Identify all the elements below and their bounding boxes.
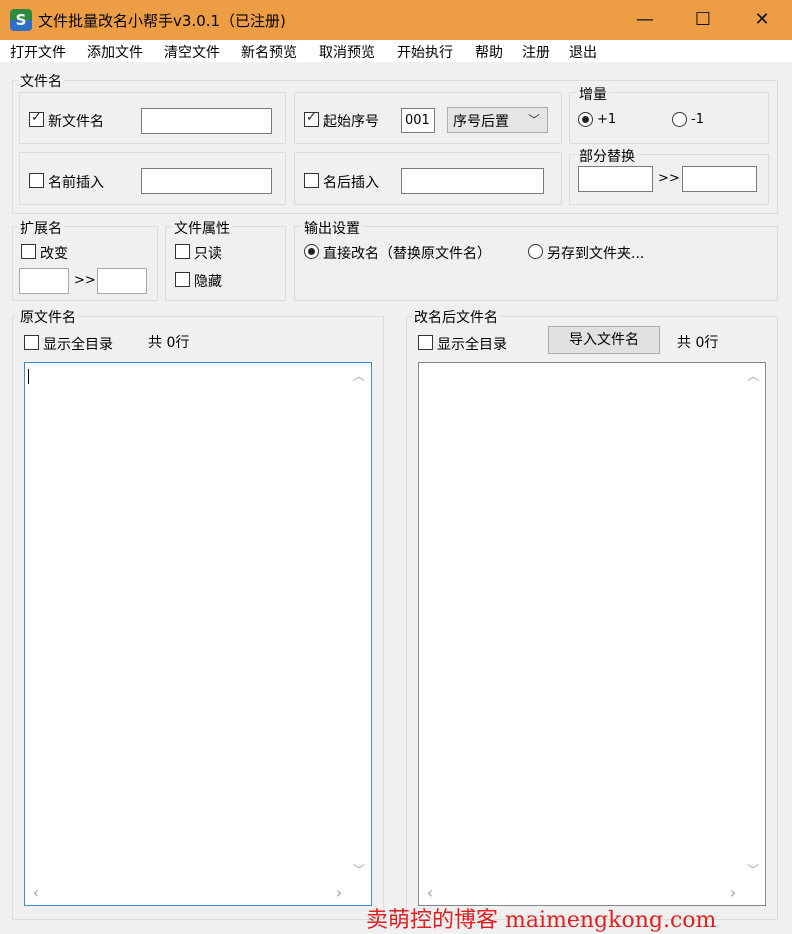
prefix-checkbox[interactable]	[29, 173, 44, 188]
increment-minus-label: -1	[691, 112, 704, 127]
increment-legend: 增量	[577, 84, 609, 104]
menu-register[interactable]: 注册	[522, 42, 550, 62]
new-name-label: 新文件名	[48, 114, 104, 130]
menu-cancel-preview[interactable]: 取消预览	[319, 42, 375, 62]
menu-start-execute[interactable]: 开始执行	[397, 42, 453, 62]
scroll-right-icon[interactable]: ›	[725, 883, 741, 902]
scroll-left-icon[interactable]: ‹	[422, 883, 438, 902]
renamed-count: 共 0行	[677, 335, 719, 351]
extension-change-label: 改变	[40, 246, 68, 262]
extension-arrow: >>	[74, 273, 96, 288]
original-show-full-dir-checkbox[interactable]	[24, 335, 39, 350]
readonly-label: 只读	[194, 246, 222, 262]
menu-open-file[interactable]: 打开文件	[10, 42, 66, 62]
minimize-button[interactable]: —	[616, 0, 674, 40]
chevron-down-icon: ﹀	[528, 113, 541, 127]
renamed-panel-legend: 改名后文件名	[412, 307, 500, 327]
replace-from-input[interactable]	[578, 166, 653, 192]
start-seq-checkbox[interactable]	[304, 110, 319, 127]
menu-preview-new-name[interactable]: 新名预览	[241, 42, 297, 62]
extension-change-checkbox[interactable]	[21, 244, 36, 259]
original-panel-legend: 原文件名	[18, 307, 78, 327]
watermark-text: 卖萌控的博客 maimengkong.com	[366, 908, 717, 933]
rename-direct-radio[interactable]	[304, 244, 319, 259]
save-to-folder-radio[interactable]	[528, 244, 543, 259]
renamed-show-full-dir-label: 显示全目录	[437, 337, 507, 353]
partial-replace-legend: 部分替换	[577, 146, 637, 166]
suffix-label: 名后插入	[323, 175, 379, 191]
prefix-input[interactable]	[141, 168, 272, 194]
readonly-checkbox[interactable]	[175, 244, 190, 259]
replace-arrow: >>	[658, 171, 680, 186]
start-seq-label: 起始序号	[323, 114, 379, 130]
output-group	[294, 226, 778, 301]
renamed-file-list[interactable]: ︿ ﹀ ‹ ›	[418, 362, 766, 906]
hidden-checkbox[interactable]	[175, 272, 190, 287]
scroll-left-icon[interactable]: ‹	[28, 883, 44, 902]
prefix-label: 名前插入	[48, 175, 104, 191]
seq-position-value: 序号后置	[453, 114, 509, 130]
extension-from-input[interactable]	[19, 268, 69, 294]
scroll-down-icon[interactable]: ﹀	[745, 861, 761, 878]
suffix-input[interactable]	[401, 168, 544, 194]
menu-clear-file[interactable]: 清空文件	[164, 42, 220, 62]
new-name-input[interactable]	[141, 108, 272, 134]
text-cursor	[28, 369, 29, 384]
increment-plus-radio[interactable]	[578, 112, 593, 127]
menu-help[interactable]: 帮助	[475, 42, 503, 62]
seq-position-select[interactable]: 序号后置 ﹀	[447, 107, 548, 133]
renamed-show-full-dir-checkbox[interactable]	[418, 335, 433, 350]
attributes-legend: 文件属性	[172, 218, 232, 238]
original-file-list[interactable]: ︿ ﹀ ‹ ›	[24, 362, 372, 906]
app-icon: S	[10, 9, 32, 31]
new-name-checkbox[interactable]	[29, 110, 44, 127]
increment-minus-radio[interactable]	[672, 112, 687, 127]
filename-group-legend: 文件名	[18, 71, 64, 91]
menu-exit[interactable]: 退出	[569, 42, 597, 62]
close-button[interactable]: ✕	[733, 0, 791, 40]
scroll-up-icon[interactable]: ︿	[745, 367, 761, 384]
scroll-right-icon[interactable]: ›	[331, 883, 347, 902]
replace-to-input[interactable]	[682, 166, 757, 192]
original-show-full-dir-label: 显示全目录	[43, 337, 113, 353]
rename-direct-label: 直接改名（替换原文件名）	[323, 246, 491, 262]
window-title: 文件批量改名小帮手v3.0.1（已注册)	[38, 12, 286, 30]
original-count: 共 0行	[148, 335, 190, 351]
output-legend: 输出设置	[302, 218, 362, 238]
maximize-button[interactable]: ☐	[674, 0, 732, 40]
increment-plus-label: +1	[597, 112, 617, 127]
suffix-checkbox[interactable]	[304, 173, 319, 188]
save-to-folder-label: 另存到文件夹...	[547, 246, 645, 262]
import-filenames-button[interactable]: 导入文件名	[548, 326, 660, 354]
scroll-down-icon[interactable]: ﹀	[351, 861, 367, 878]
extension-legend: 扩展名	[18, 218, 64, 238]
start-seq-input[interactable]: 001	[401, 108, 435, 133]
menu-add-file[interactable]: 添加文件	[87, 42, 143, 62]
extension-to-input[interactable]	[97, 268, 147, 294]
scroll-up-icon[interactable]: ︿	[351, 367, 367, 384]
hidden-label: 隐藏	[194, 274, 222, 290]
